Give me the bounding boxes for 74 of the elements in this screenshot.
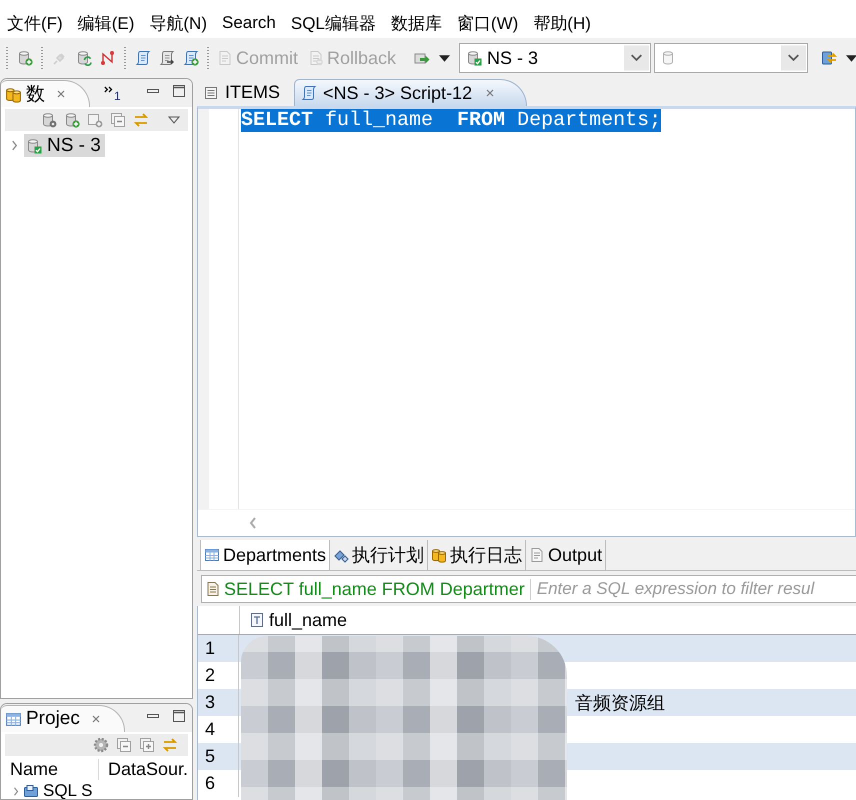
column-type-icon — [249, 612, 265, 628]
filter-bar[interactable]: SELECT full_name FROM Departmer Enter a SQL expression to filter resul — [201, 575, 856, 603]
expand-icon[interactable] — [139, 737, 155, 753]
maximize-icon[interactable] — [171, 83, 187, 99]
column-header[interactable]: Name — [1, 758, 99, 780]
menu-item[interactable]: 窗口(W) — [456, 12, 518, 34]
scroll-icon — [134, 50, 150, 66]
chevron-right-icon[interactable] — [13, 786, 19, 796]
row-number: 4 — [198, 716, 239, 743]
list-icon — [203, 84, 219, 100]
page-minus-icon — [308, 50, 324, 66]
row-number: 2 — [198, 662, 239, 689]
arrows-icon — [821, 50, 838, 66]
column-header[interactable]: DataSour. — [99, 758, 188, 780]
table-cell-text: 音频资源组 — [575, 692, 665, 714]
chevron-down-icon[interactable] — [781, 45, 806, 71]
db-plus-icon — [16, 50, 32, 66]
menu-item[interactable]: Search — [222, 13, 276, 33]
row-number: 5 — [198, 743, 239, 770]
table-icon — [204, 547, 220, 563]
chevron-left-icon[interactable] — [249, 517, 257, 529]
table-icon — [5, 710, 22, 728]
chevrons-icon — [104, 86, 114, 93]
scroll-plus-icon — [182, 50, 198, 66]
scroll-arrow-icon — [158, 50, 174, 66]
view-tab[interactable]: Projec — [1, 705, 125, 732]
menu-item[interactable]: 帮助(H) — [533, 12, 591, 34]
link-arrows-icon[interactable] — [162, 737, 178, 753]
editor-tab[interactable]: <NS - 3> Script-12 — [294, 79, 528, 106]
page-icon — [217, 50, 233, 66]
query-text: SELECT full_name FROM Departmer — [224, 578, 531, 600]
view-menu-icon[interactable] — [168, 116, 180, 124]
db-stack-icon — [431, 547, 448, 563]
row-number: 6 — [198, 770, 239, 797]
db-stack-icon — [5, 86, 22, 102]
menu-item[interactable]: 数据库 — [390, 12, 442, 34]
connection-dropdown[interactable]: NS - 3 — [459, 43, 652, 73]
menu-item[interactable]: SQL编辑器 — [290, 12, 376, 34]
collapse-icon[interactable] — [110, 112, 126, 128]
menu-item[interactable]: 文件(F) — [7, 12, 63, 34]
chevron-right-icon[interactable] — [11, 140, 18, 151]
caret-icon — [846, 54, 856, 62]
caret-icon — [439, 54, 450, 62]
node-link-icon — [100, 50, 116, 66]
db-check-icon — [26, 138, 42, 154]
close-icon[interactable] — [484, 87, 496, 99]
page-icon — [529, 547, 546, 563]
db-refresh-icon — [76, 50, 92, 66]
db-gear-icon[interactable] — [41, 112, 57, 128]
sql-file-icon — [205, 581, 221, 597]
menu-item[interactable]: 编辑(E) — [78, 12, 134, 34]
tree-item[interactable]: SQL S — [43, 782, 92, 799]
folder-icon — [23, 783, 39, 799]
chevron-down-icon[interactable] — [624, 45, 650, 71]
column-header[interactable]: full_name — [240, 606, 348, 634]
db-check-icon — [466, 50, 482, 66]
more-views-button[interactable]: 1 — [102, 83, 123, 107]
view-tab[interactable]: 数 — [1, 80, 90, 107]
gear-icon[interactable] — [93, 737, 109, 753]
close-icon[interactable] — [90, 713, 102, 725]
row-number: 3 — [198, 689, 239, 716]
collapse-icon[interactable] — [116, 737, 132, 753]
folder-plus-icon[interactable] — [87, 112, 103, 128]
scroll-icon — [301, 85, 318, 101]
code-editor[interactable]: SELECT full_name FROM Departments; — [197, 106, 856, 537]
link-arrows-icon[interactable] — [133, 112, 149, 128]
editor-tab[interactable]: ITEMS — [197, 79, 290, 106]
db-plus-icon[interactable] — [64, 112, 80, 128]
row-number: 1 — [198, 635, 239, 662]
maximize-icon[interactable] — [171, 708, 187, 724]
tree-item[interactable]: NS - 3 — [24, 134, 105, 157]
menu-item[interactable]: 导航(N) — [149, 12, 207, 34]
close-icon[interactable] — [55, 88, 67, 100]
results-tab[interactable]: Departments — [200, 540, 330, 570]
